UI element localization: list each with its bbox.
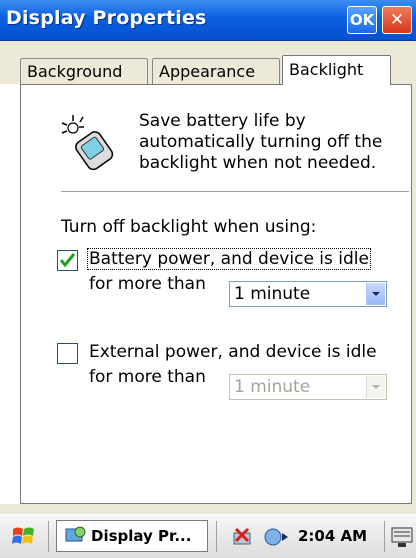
info-line: backlight when not needed.: [139, 153, 377, 173]
chevron-down-icon[interactable]: [366, 283, 385, 305]
tab-appearance[interactable]: Appearance: [152, 58, 280, 84]
input-panel-icon[interactable]: [390, 524, 414, 554]
battery-label-line1: Battery power, and device is idle: [87, 248, 371, 270]
network-icon[interactable]: [232, 525, 258, 553]
external-checkbox[interactable]: [57, 343, 78, 364]
battery-timeout-value: 1 minute: [234, 284, 311, 304]
separator: [384, 521, 385, 552]
divider: [61, 191, 409, 193]
title-bar: Display Properties OK ✕: [0, 0, 416, 41]
checkmark-icon: [59, 253, 76, 268]
close-button[interactable]: ✕: [382, 6, 412, 34]
battery-timeout-select[interactable]: 1 minute: [229, 281, 387, 307]
clock[interactable]: 2:04 AM: [298, 527, 367, 545]
chevron-down-icon: [366, 376, 385, 398]
info-line: automatically turning off the: [139, 132, 383, 152]
backlight-device-icon: [59, 111, 119, 171]
external-label-line1[interactable]: External power, and device is idle: [89, 342, 377, 363]
display-properties-icon: [63, 525, 87, 551]
taskbar-button-display-properties[interactable]: Display Pr...: [56, 520, 208, 552]
start-icon[interactable]: [10, 524, 38, 554]
tab-background[interactable]: Background: [20, 58, 148, 84]
separator: [216, 521, 217, 552]
external-timeout-value: 1 minute: [234, 377, 311, 397]
battery-option-label[interactable]: Battery power, and device is idle: [87, 248, 371, 270]
info-line: Save battery life by: [139, 111, 306, 131]
task-label: Display Pr...: [91, 527, 192, 545]
window-title: Display Properties: [6, 7, 207, 29]
battery-label-line2: for more than: [89, 274, 206, 294]
left-strip: [0, 84, 20, 504]
tab-strip: Background Appearance Backlight: [0, 40, 416, 85]
tab-backlight[interactable]: Backlight: [282, 55, 391, 85]
backlight-info-text: Save battery life by automatically turni…: [139, 111, 409, 174]
external-label-line2: for more than: [89, 367, 206, 387]
external-timeout-select: 1 minute: [229, 374, 387, 400]
taskbar: Display Pr... 2:04 AM: [0, 514, 416, 558]
section-label: Turn off backlight when using:: [61, 217, 317, 237]
backlight-panel: Save battery life by automatically turni…: [20, 84, 412, 504]
ok-button[interactable]: OK: [347, 6, 377, 34]
separator: [48, 521, 49, 552]
battery-checkbox[interactable]: [57, 250, 78, 271]
sync-icon[interactable]: [262, 525, 288, 553]
